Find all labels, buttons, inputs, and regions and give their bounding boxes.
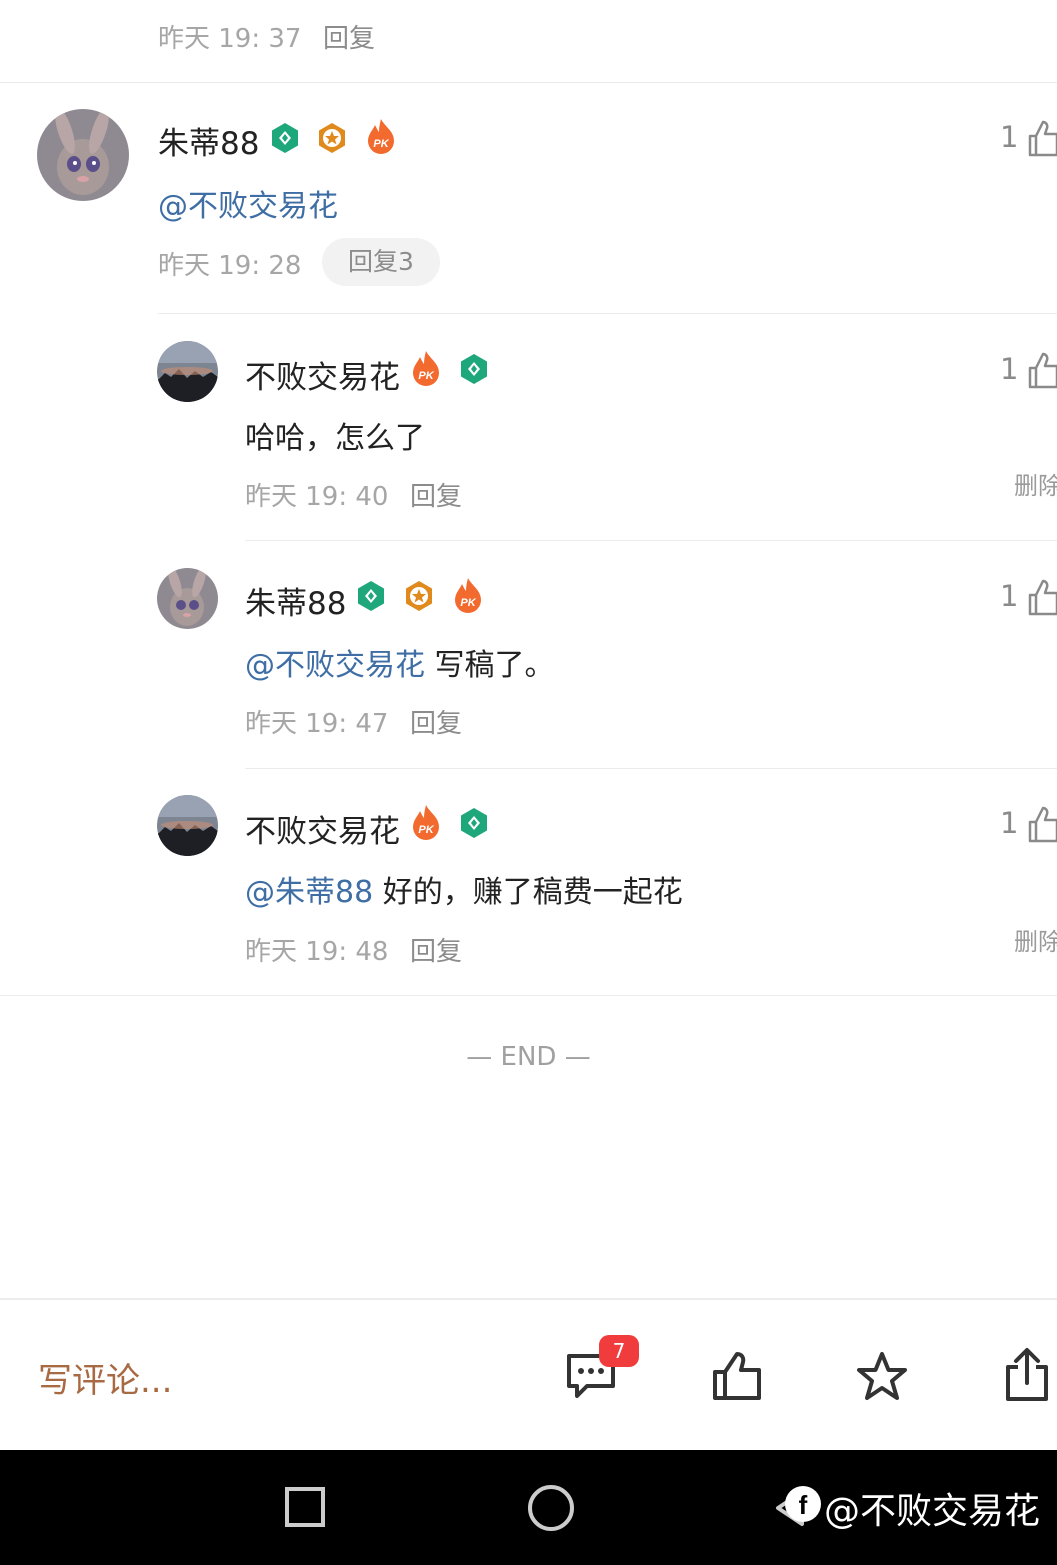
verified-badge-icon bbox=[270, 122, 300, 158]
mention-link[interactable]: @不败交易花 bbox=[158, 181, 338, 225]
divider bbox=[158, 313, 1057, 314]
delete-button[interactable]: 删除 bbox=[1014, 466, 1057, 501]
share-icon[interactable] bbox=[1004, 1347, 1050, 1407]
comment-time: 昨天 19: 28 bbox=[158, 251, 302, 281]
divider bbox=[245, 768, 1057, 769]
divider bbox=[0, 82, 1057, 83]
divider bbox=[0, 995, 1057, 996]
comment-body: 好的，赚了稿费一起花 bbox=[373, 875, 683, 910]
pk-fire-badge-icon: PK bbox=[453, 577, 483, 617]
reply-button[interactable]: 回复 bbox=[323, 18, 375, 55]
bottom-action-bar: 写评论... 7 bbox=[0, 1298, 1057, 1452]
system-nav-bar: f @不败交易花 bbox=[0, 1450, 1057, 1565]
svg-text:PK: PK bbox=[418, 824, 434, 836]
divider bbox=[245, 540, 1057, 541]
reply-count-button[interactable]: 回复3 bbox=[322, 238, 440, 286]
svg-text:PK: PK bbox=[373, 138, 389, 150]
comment-time: 昨天 19: 37 bbox=[158, 24, 302, 54]
comment-text: 哈哈，怎么了 bbox=[245, 413, 425, 457]
like-icon[interactable] bbox=[1027, 351, 1057, 393]
username[interactable]: 不败交易花 bbox=[245, 352, 400, 397]
like-icon[interactable] bbox=[1027, 119, 1057, 161]
like-icon[interactable] bbox=[711, 1350, 763, 1406]
pk-fire-badge-icon: PK bbox=[411, 350, 441, 390]
avatar[interactable] bbox=[157, 341, 218, 402]
comment-time: 昨天 19: 40 bbox=[245, 482, 389, 512]
comment-count-badge: 7 bbox=[599, 1335, 639, 1367]
username[interactable]: 朱蒂88 bbox=[158, 118, 259, 163]
avatar[interactable] bbox=[37, 109, 129, 201]
comment-body: 写稿了。 bbox=[425, 648, 555, 683]
pk-fire-badge-icon: PK bbox=[411, 804, 441, 844]
verified-badge-icon bbox=[459, 807, 489, 843]
svg-text:f: f bbox=[799, 1490, 808, 1520]
verified-badge-icon bbox=[459, 353, 489, 389]
svg-text:PK: PK bbox=[418, 370, 434, 382]
like-icon[interactable] bbox=[1027, 805, 1057, 847]
mention-link[interactable]: @不败交易花 bbox=[245, 648, 425, 683]
mention-link[interactable]: @朱蒂88 bbox=[245, 875, 373, 910]
avatar[interactable] bbox=[157, 795, 218, 856]
delete-button[interactable]: 删除 bbox=[1014, 922, 1057, 957]
reply-button[interactable]: 回复 bbox=[410, 703, 462, 740]
avatar[interactable] bbox=[157, 568, 218, 629]
like-count: 1 bbox=[1000, 806, 1019, 840]
write-comment-input[interactable]: 写评论... bbox=[38, 1353, 172, 1402]
username[interactable]: 朱蒂88 bbox=[245, 578, 346, 623]
comment-time: 昨天 19: 48 bbox=[245, 937, 389, 967]
comment-text: @朱蒂88 好的，赚了稿费一起花 bbox=[245, 867, 683, 911]
reply-button[interactable]: 回复 bbox=[410, 931, 462, 968]
username[interactable]: 不败交易花 bbox=[245, 806, 400, 851]
like-count: 1 bbox=[1000, 120, 1019, 154]
recent-apps-icon[interactable] bbox=[284, 1486, 326, 1532]
comment-body: 哈哈，怎么了 bbox=[245, 421, 425, 456]
star-badge-icon bbox=[404, 580, 434, 616]
like-count: 1 bbox=[1000, 352, 1019, 386]
like-count: 1 bbox=[1000, 579, 1019, 613]
end-marker: — END — bbox=[466, 1042, 591, 1072]
star-icon[interactable] bbox=[855, 1351, 909, 1407]
like-icon[interactable] bbox=[1027, 578, 1057, 620]
home-icon[interactable] bbox=[527, 1484, 575, 1536]
comment-text: @不败交易花 写稿了。 bbox=[245, 640, 555, 684]
pk-fire-badge-icon: PK bbox=[366, 118, 396, 158]
watermark-text: @不败交易花 bbox=[824, 1491, 1041, 1532]
toutiao-logo-icon: f bbox=[784, 1485, 822, 1527]
svg-text:PK: PK bbox=[460, 597, 476, 609]
comment-time: 昨天 19: 47 bbox=[245, 709, 389, 739]
star-badge-icon bbox=[317, 122, 347, 158]
verified-badge-icon bbox=[356, 580, 386, 616]
reply-button[interactable]: 回复 bbox=[410, 476, 462, 513]
